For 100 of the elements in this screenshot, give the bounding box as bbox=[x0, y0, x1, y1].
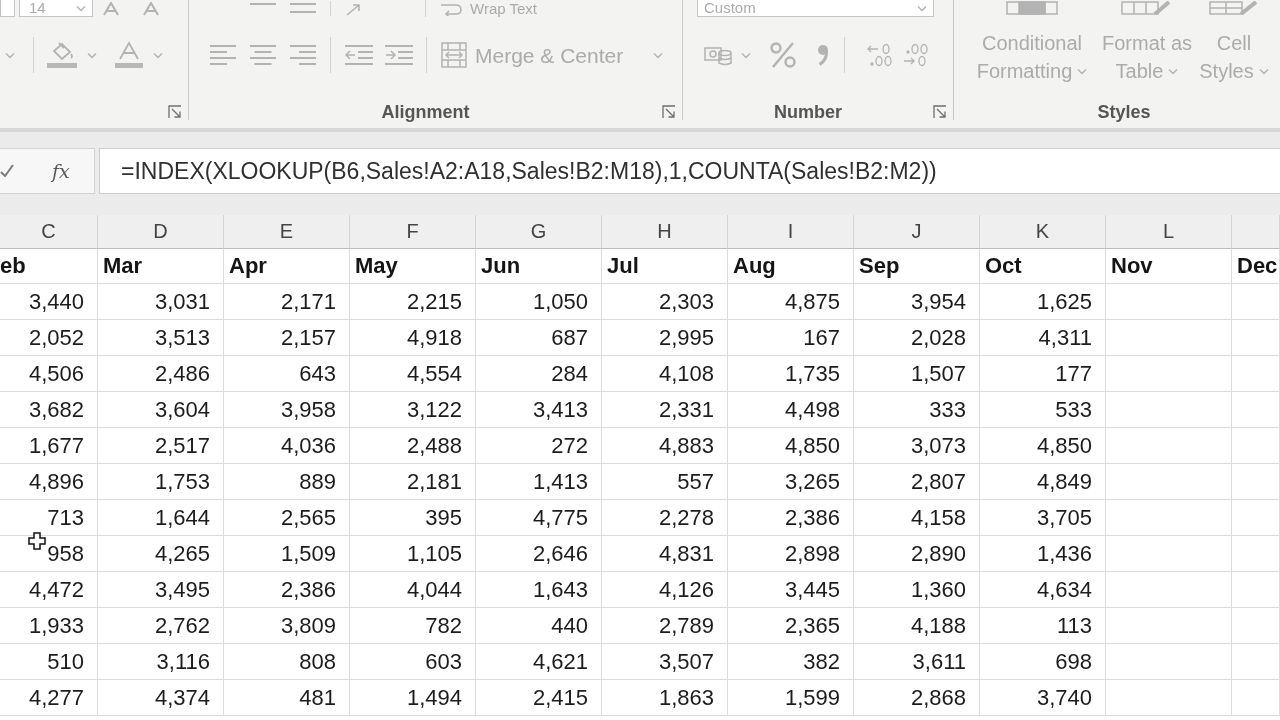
table-cell: 2,517 bbox=[98, 428, 224, 464]
table-cell: 3,513 bbox=[98, 320, 224, 356]
table-cell: 2,181 bbox=[350, 464, 476, 500]
table-cell: 3,958 bbox=[224, 392, 350, 428]
caret-icon[interactable] bbox=[1077, 67, 1088, 75]
table-cell: 3,440 bbox=[0, 284, 98, 320]
table-cell: 3,740 bbox=[980, 680, 1106, 716]
table-cell: 440 bbox=[476, 608, 602, 644]
column-header[interactable]: I bbox=[728, 215, 854, 249]
table-cell: 889 bbox=[224, 464, 350, 500]
empty-cell bbox=[1232, 320, 1280, 356]
table-cell: 4,472 bbox=[0, 572, 98, 608]
column-header[interactable]: L bbox=[1106, 215, 1232, 249]
column-header[interactable]: C bbox=[0, 215, 98, 249]
column-header[interactable]: D bbox=[98, 215, 224, 249]
check-icon[interactable] bbox=[0, 164, 14, 178]
table-cell: 1,753 bbox=[98, 464, 224, 500]
insert-function-button[interactable]: fx bbox=[50, 160, 72, 182]
table-cell: 4,634 bbox=[980, 572, 1106, 608]
table-cell: 4,188 bbox=[854, 608, 980, 644]
table-cell: 4,883 bbox=[602, 428, 728, 464]
empty-cell bbox=[1232, 392, 1280, 428]
table-cell: 284 bbox=[476, 356, 602, 392]
empty-cell bbox=[1232, 356, 1280, 392]
table-cell: 2,171 bbox=[224, 284, 350, 320]
header-cell: Jun bbox=[476, 249, 602, 284]
empty-cell bbox=[1232, 464, 1280, 500]
table-cell: 2,386 bbox=[728, 500, 854, 536]
table-cell: 382 bbox=[728, 644, 854, 680]
table-cell: 603 bbox=[350, 644, 476, 680]
column-header[interactable]: E bbox=[224, 215, 350, 249]
table-cell: 272 bbox=[476, 428, 602, 464]
header-cell: Nov bbox=[1106, 249, 1232, 284]
table-cell: 3,116 bbox=[98, 644, 224, 680]
table-cell: 167 bbox=[728, 320, 854, 356]
table-cell: 395 bbox=[350, 500, 476, 536]
table-cell: 4,498 bbox=[728, 392, 854, 428]
column-header[interactable]: G bbox=[476, 215, 602, 249]
empty-cell bbox=[1232, 680, 1280, 716]
table-cell: 2,789 bbox=[602, 608, 728, 644]
table-cell: 2,215 bbox=[350, 284, 476, 320]
table-cell: 2,331 bbox=[602, 392, 728, 428]
cross-cursor-icon bbox=[28, 532, 46, 550]
table-cell: 481 bbox=[224, 680, 350, 716]
table-cell: 2,486 bbox=[98, 356, 224, 392]
header-cell: Aug bbox=[728, 249, 854, 284]
header-cell: eb bbox=[0, 249, 98, 284]
header-cell: Mar bbox=[98, 249, 224, 284]
table-cell: 4,621 bbox=[476, 644, 602, 680]
column-header[interactable]: F bbox=[350, 215, 476, 249]
table-cell: 3,604 bbox=[98, 392, 224, 428]
table-cell: 1,599 bbox=[728, 680, 854, 716]
table-cell: 782 bbox=[350, 608, 476, 644]
table-cell: 3,809 bbox=[224, 608, 350, 644]
table-cell: 3,445 bbox=[728, 572, 854, 608]
table-cell: 2,565 bbox=[224, 500, 350, 536]
table-cell: 2,646 bbox=[476, 536, 602, 572]
table-cell: 4,850 bbox=[728, 428, 854, 464]
empty-cell bbox=[1232, 284, 1280, 320]
empty-cell bbox=[1232, 608, 1280, 644]
table-cell: 4,036 bbox=[224, 428, 350, 464]
table-cell: 4,277 bbox=[0, 680, 98, 716]
column-header[interactable]: H bbox=[602, 215, 728, 249]
table-cell: 3,265 bbox=[728, 464, 854, 500]
table-cell: 698 bbox=[980, 644, 1106, 680]
table-cell: 2,898 bbox=[728, 536, 854, 572]
table-cell: 2,365 bbox=[728, 608, 854, 644]
group-label: Alignment bbox=[381, 101, 470, 123]
group-label: Number bbox=[774, 101, 842, 123]
header-cell: Oct bbox=[980, 249, 1106, 284]
table-cell: 4,265 bbox=[98, 536, 224, 572]
table-cell: 4,044 bbox=[350, 572, 476, 608]
table-cell: 333 bbox=[854, 392, 980, 428]
header-cell: Sep bbox=[854, 249, 980, 284]
table-cell: 1,507 bbox=[854, 356, 980, 392]
table-cell: 2,303 bbox=[602, 284, 728, 320]
empty-cell bbox=[1232, 572, 1280, 608]
column-header[interactable]: K bbox=[980, 215, 1106, 249]
table-cell: 4,374 bbox=[98, 680, 224, 716]
column-header[interactable]: J bbox=[854, 215, 980, 249]
header-cell: Dec bbox=[1232, 249, 1280, 284]
table-cell: 2,868 bbox=[854, 680, 980, 716]
formula-field[interactable]: =INDEX(XLOOKUP(B6,Sales!A2:A18,Sales!B2:M18),1,COUNTA(Sales!B2:M2)) bbox=[99, 148, 1280, 194]
table-cell: 1,625 bbox=[980, 284, 1106, 320]
column-header[interactable] bbox=[1232, 215, 1280, 249]
table-cell: 1,863 bbox=[602, 680, 728, 716]
table-cell: 3,413 bbox=[476, 392, 602, 428]
table-cell: 4,850 bbox=[980, 428, 1106, 464]
table-cell: 4,775 bbox=[476, 500, 602, 536]
table-cell: 3,705 bbox=[980, 500, 1106, 536]
caret-icon[interactable] bbox=[1168, 67, 1179, 75]
table-cell: 4,918 bbox=[350, 320, 476, 356]
table-cell: 1,436 bbox=[980, 536, 1106, 572]
table-cell: 1,933 bbox=[0, 608, 98, 644]
empty-cell bbox=[1232, 500, 1280, 536]
table-cell: 4,875 bbox=[728, 284, 854, 320]
table-cell: 3,031 bbox=[98, 284, 224, 320]
table-cell: 113 bbox=[980, 608, 1106, 644]
caret-icon[interactable] bbox=[1258, 67, 1269, 75]
empty-cell bbox=[1232, 536, 1280, 572]
